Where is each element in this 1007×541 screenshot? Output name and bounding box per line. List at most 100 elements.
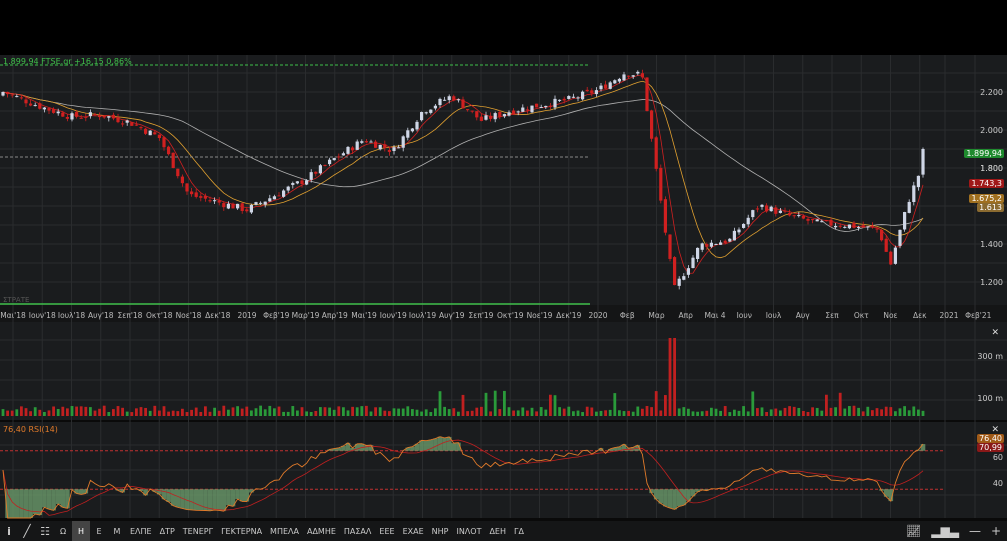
candle-up	[847, 224, 851, 229]
candle-up	[742, 223, 746, 228]
toolbar-symbol-button[interactable]: ΤΕΝΕΡΓ	[179, 521, 217, 541]
candle-down	[323, 164, 327, 166]
toolbar-symbol-button[interactable]: ΝΗΡ	[428, 521, 453, 541]
indicators-icon[interactable]: ☷	[36, 521, 54, 541]
volume-bar	[254, 408, 258, 416]
close-volume-panel-icon[interactable]: ✕	[991, 328, 999, 338]
ma-mid-tag: 1.675,2	[969, 194, 1004, 203]
volume-bar	[645, 406, 649, 416]
zoom-in-icon[interactable]: +	[991, 524, 1001, 538]
volume-bar	[627, 410, 630, 416]
candle-up	[424, 112, 428, 114]
candle-up	[15, 96, 19, 98]
rsi-oversold-fill	[193, 489, 199, 511]
rsi-oversold-fill	[207, 489, 213, 511]
volume-bar	[549, 394, 552, 416]
volume-bar	[240, 408, 244, 416]
volume-bar	[544, 409, 548, 416]
toolbar-symbol-button[interactable]: ΕΛΠΕ	[126, 521, 156, 541]
candle-up	[857, 226, 861, 228]
toolbar-symbol-button[interactable]: ΙΝΛΟΤ	[452, 521, 485, 541]
toolbar-symbol-button[interactable]: ΓΔ	[510, 521, 528, 541]
candle-down	[364, 141, 368, 143]
volume-bar	[797, 407, 801, 416]
rsi-oversold-fill	[663, 489, 668, 507]
candle-down	[98, 115, 102, 118]
volume-bar	[314, 410, 318, 416]
volume-bar	[360, 406, 364, 416]
volume-bar	[677, 408, 681, 416]
volume-bar	[351, 406, 354, 416]
candle-up	[259, 202, 263, 204]
toolbar-symbol-button[interactable]: ΕΕΕ	[375, 521, 398, 541]
x-tick-label: Μαι'19	[351, 311, 377, 320]
zoom-out-icon[interactable]: —	[969, 524, 981, 538]
toolbar-symbol-button[interactable]: ΑΔΜΗΕ	[303, 521, 340, 541]
volume-bar	[171, 410, 175, 416]
volume-bar	[889, 407, 893, 416]
candle-up	[295, 181, 299, 184]
draw-line-icon[interactable]: ╱	[18, 521, 36, 541]
toolbar-symbol-button[interactable]: Ε	[90, 521, 108, 541]
volume-bar	[98, 408, 101, 416]
candle-down	[157, 134, 161, 139]
candle-down	[6, 91, 10, 95]
candle-down	[314, 171, 318, 174]
volume-bar	[217, 410, 221, 416]
volume-bar	[144, 407, 147, 416]
volume-bar	[493, 390, 497, 416]
ma-fast-tag: 1.743,3	[969, 179, 1004, 188]
toolbar-symbol-button[interactable]: Ω	[54, 521, 72, 541]
candle-down	[880, 229, 884, 241]
candle-down	[889, 251, 893, 265]
x-tick-label: Αυγ	[796, 311, 810, 320]
toolbar-symbol-button[interactable]: ΜΠΕΛΑ	[266, 521, 303, 541]
info-icon[interactable]: i	[0, 521, 18, 541]
toolbar-symbol-button[interactable]: Η	[72, 521, 90, 541]
candle-down	[84, 116, 88, 118]
volume-bar	[503, 390, 506, 416]
volume-bar	[581, 412, 584, 416]
candle-down	[461, 99, 465, 109]
x-tick-label: Ιουν'18	[29, 311, 56, 320]
x-tick-label: Απρ	[679, 311, 694, 320]
toolbar-symbol-button[interactable]: ΠΑΣΑΛ	[340, 521, 376, 541]
volume-bar	[894, 411, 897, 416]
volume-bar	[6, 410, 9, 416]
volume-bar	[654, 391, 658, 416]
bar-chart-icon[interactable]: ▂▆▃	[931, 524, 959, 538]
toolbar-symbol-button[interactable]: ΓΕΚΤΕΡΝΑ	[217, 521, 266, 541]
toolbar-symbol-button[interactable]: ΔΤΡ	[156, 521, 179, 541]
x-tick-label: 2019	[237, 311, 256, 320]
candle-down	[130, 122, 134, 126]
volume-bar	[829, 407, 833, 416]
volume-bar	[213, 407, 216, 416]
candle-up	[866, 226, 870, 228]
chart-canvas[interactable]: 2.2002.0001.8001.4001.200Μαι'18 Ιουν'18 Ιο…	[0, 0, 1007, 521]
volume-bar	[636, 406, 640, 416]
volume-bar	[507, 407, 511, 416]
volume-bar	[599, 410, 603, 416]
candle-up	[456, 99, 460, 101]
x-tick-label: Αυγ'18	[88, 311, 114, 320]
volume-bar	[756, 408, 759, 416]
volume-bar	[875, 408, 879, 416]
toolbar-symbol-button[interactable]: ΔΕΗ	[485, 521, 510, 541]
volume-bar	[673, 338, 676, 416]
volume-bar	[66, 408, 69, 416]
candle-up	[447, 96, 451, 101]
chart-type-icon[interactable]: 📈︎	[906, 524, 921, 538]
candle-down	[640, 73, 644, 78]
rsi-overbought-fill	[433, 438, 438, 451]
volume-bar	[332, 409, 336, 416]
volume-bar	[406, 406, 410, 416]
rsi-oversold-fill	[51, 489, 56, 511]
candle-up	[893, 247, 897, 264]
toolbar-symbol-button[interactable]: ΕΧΑΕ	[399, 521, 428, 541]
candle-up	[769, 206, 773, 212]
ma-slow-tag: 1.613	[977, 203, 1004, 212]
volume-bar	[921, 410, 925, 416]
x-tick-label: Σεπ	[825, 311, 839, 320]
volume-bar	[691, 411, 695, 416]
toolbar-symbol-button[interactable]: Μ	[108, 521, 126, 541]
